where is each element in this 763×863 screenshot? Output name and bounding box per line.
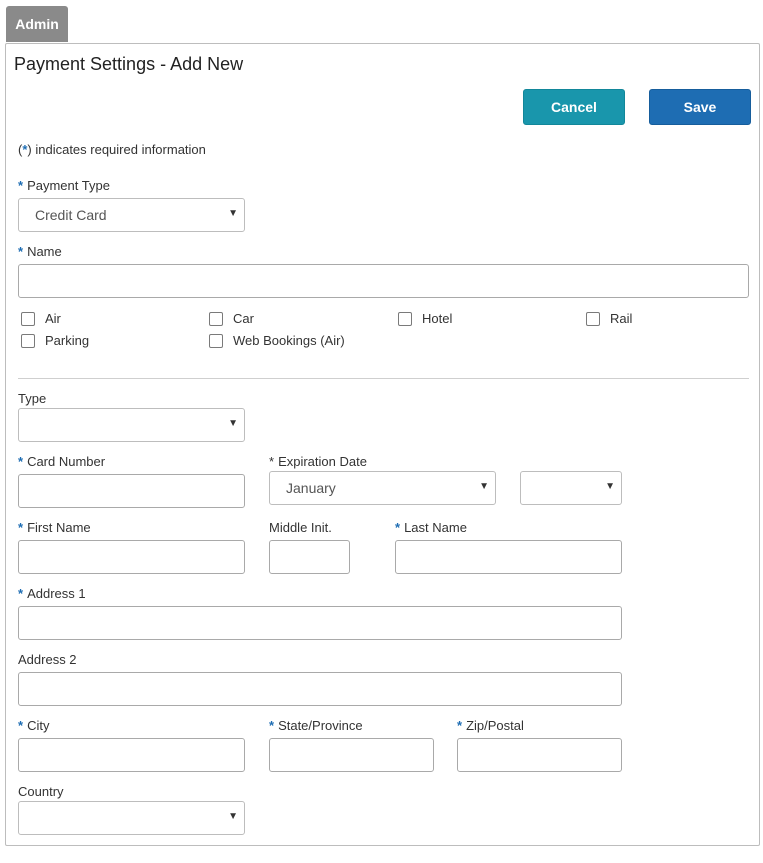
middle-init-label: Middle Init. — [269, 520, 332, 535]
checkbox-icon[interactable] — [21, 333, 35, 348]
checkbox-parking[interactable]: Parking — [21, 333, 89, 348]
name-label: * Name — [18, 244, 62, 259]
card-number-input[interactable] — [18, 474, 245, 508]
page-title: Payment Settings - Add New — [14, 54, 244, 74]
last-name-input[interactable] — [395, 540, 622, 574]
caret-down-icon: ▼ — [605, 481, 615, 492]
required-note: (*) indicates required information — [18, 142, 206, 157]
required-star-icon: * — [18, 178, 24, 193]
first-name-input[interactable] — [18, 540, 245, 574]
checkbox-car[interactable]: Car — [209, 311, 254, 326]
expiration-year-select[interactable]: ▼ — [520, 471, 622, 505]
address2-input[interactable] — [18, 672, 622, 706]
payment-type-label: * Payment Type — [18, 178, 110, 193]
checkbox-icon[interactable] — [398, 311, 412, 326]
checkbox-icon[interactable] — [209, 311, 223, 326]
middle-init-input[interactable] — [269, 540, 350, 574]
checkbox-icon[interactable] — [21, 311, 35, 326]
expiration-month-select[interactable]: January ▼ — [269, 471, 496, 505]
checkbox-hotel[interactable]: Hotel — [398, 311, 452, 326]
required-star-icon: * — [269, 718, 275, 733]
required-star-icon: * — [269, 454, 275, 469]
admin-tab[interactable]: Admin — [6, 6, 68, 42]
city-label: * City — [18, 718, 50, 733]
required-star-icon: * — [18, 520, 24, 535]
expiration-date-label: * Expiration Date — [269, 454, 367, 469]
zip-input[interactable] — [457, 738, 622, 772]
required-star-icon: * — [18, 718, 24, 733]
checkbox-icon[interactable] — [209, 333, 223, 348]
city-input[interactable] — [18, 738, 245, 772]
address1-input[interactable] — [18, 606, 622, 640]
last-name-label: * Last Name — [395, 520, 467, 535]
required-star-icon: * — [457, 718, 463, 733]
state-input[interactable] — [269, 738, 434, 772]
payment-settings-panel: Payment Settings - Add New Cancel Save (… — [5, 43, 760, 846]
section-divider — [18, 378, 749, 379]
state-label: * State/Province — [269, 718, 363, 733]
card-number-label: * Card Number — [18, 454, 106, 469]
checkbox-icon[interactable] — [586, 311, 600, 326]
type-label: Type — [18, 391, 47, 406]
required-star-icon: * — [18, 586, 24, 601]
caret-down-icon: ▼ — [479, 481, 489, 492]
zip-label: * Zip/Postal — [457, 718, 524, 733]
country-select[interactable]: ▼ — [18, 801, 245, 835]
required-star-icon: * — [395, 520, 401, 535]
payment-type-select[interactable]: Credit Card ▼ — [18, 198, 245, 232]
caret-down-icon: ▼ — [228, 208, 238, 219]
checkbox-air[interactable]: Air — [21, 311, 61, 326]
type-select[interactable]: ▼ — [18, 408, 245, 442]
caret-down-icon: ▼ — [228, 418, 238, 429]
cancel-button[interactable]: Cancel — [523, 89, 625, 125]
required-star-icon: * — [18, 454, 24, 469]
name-input[interactable] — [18, 264, 749, 298]
checkbox-web-bookings[interactable]: Web Bookings (Air) — [209, 333, 345, 348]
required-star-icon: * — [18, 244, 24, 259]
country-label: Country — [18, 784, 64, 799]
address1-label: * Address 1 — [18, 586, 86, 601]
address2-label: Address 2 — [18, 652, 77, 667]
save-button[interactable]: Save — [649, 89, 751, 125]
checkbox-rail[interactable]: Rail — [586, 311, 632, 326]
caret-down-icon: ▼ — [228, 811, 238, 822]
first-name-label: * First Name — [18, 520, 91, 535]
